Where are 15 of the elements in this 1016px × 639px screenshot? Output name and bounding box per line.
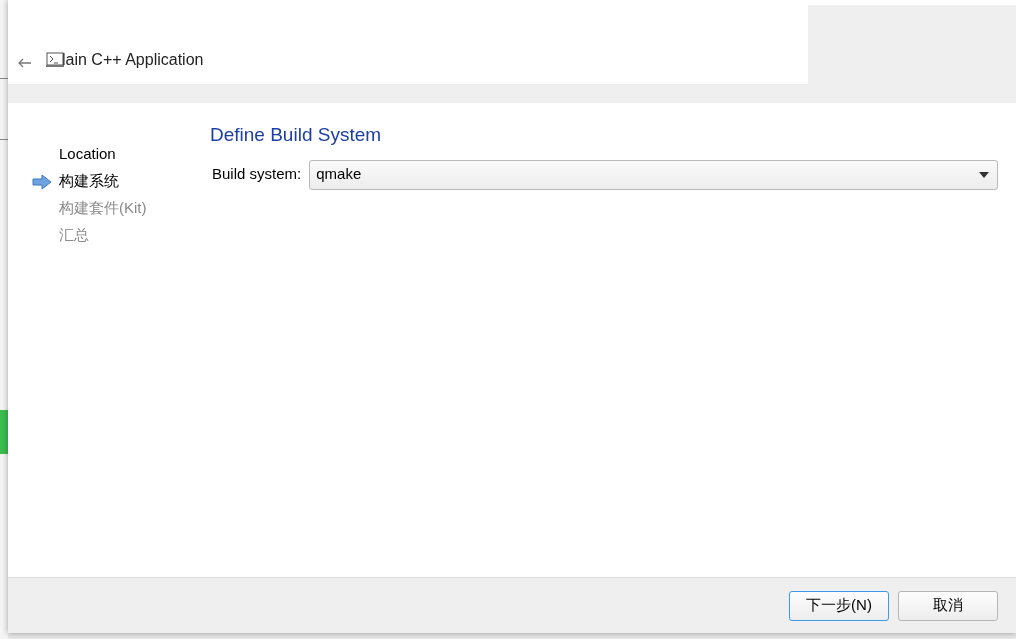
build-system-dropdown[interactable]: qmake: [309, 159, 998, 190]
arrow-icon: [32, 173, 52, 190]
step-item: Location: [59, 144, 116, 165]
back-arrow-icon: [18, 58, 32, 68]
back-button[interactable]: [18, 58, 32, 68]
step-item: 构建套件(Kit): [59, 198, 147, 219]
step-item: 汇总: [59, 225, 89, 246]
field-label: Build system:: [212, 164, 302, 185]
footer-button[interactable]: 下一步(N): [789, 590, 889, 621]
terminal-icon: [46, 52, 64, 68]
step-item: 构建系统: [59, 171, 119, 192]
page-heading: Define Build System: [210, 123, 383, 147]
window-title: lain C++ Application: [62, 50, 204, 70]
dropdown-caret-icon: [979, 171, 989, 178]
footer-button[interactable]: 取消: [898, 590, 998, 621]
